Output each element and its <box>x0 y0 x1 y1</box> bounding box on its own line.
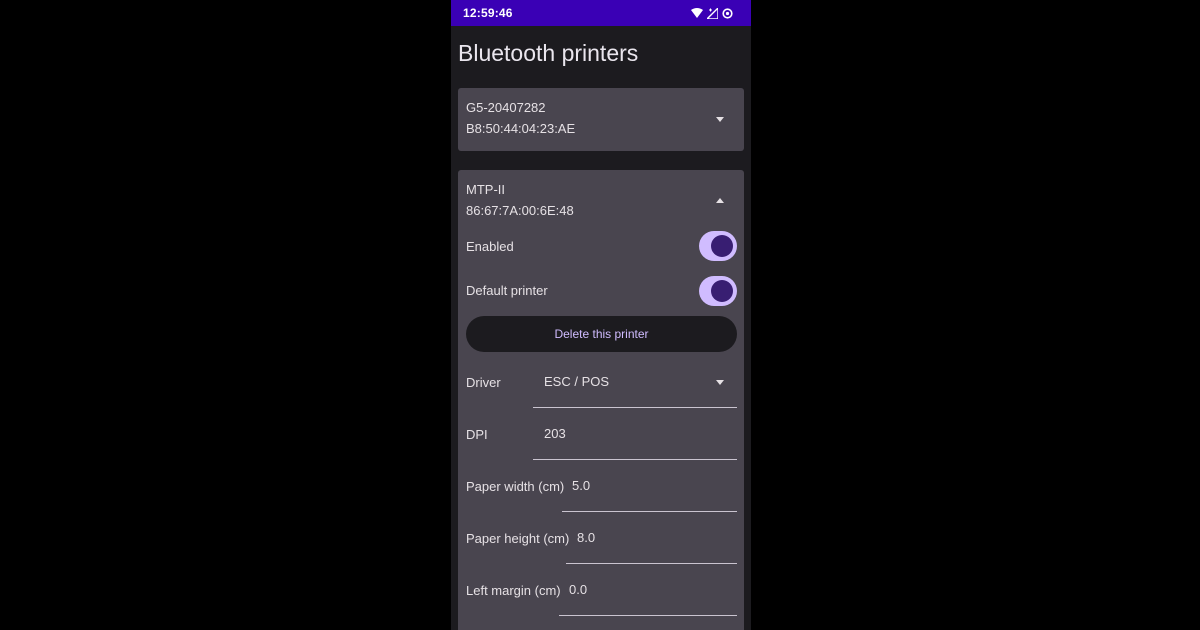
driver-label: Driver <box>466 375 501 390</box>
left-margin-underline <box>559 615 737 616</box>
chevron-down-icon[interactable] <box>716 117 724 122</box>
dpi-label: DPI <box>466 427 488 442</box>
paper-width-underline <box>562 511 737 512</box>
default-printer-label: Default printer <box>466 283 548 298</box>
page-title: Bluetooth printers <box>458 40 639 66</box>
delete-printer-button[interactable]: Delete this printer <box>466 316 737 352</box>
enabled-toggle[interactable] <box>699 231 737 261</box>
left-margin-label: Left margin (cm) <box>466 583 561 598</box>
paper-width-value: 5.0 <box>572 478 591 493</box>
driver-underline <box>533 407 737 408</box>
paper-height-label: Paper height (cm) <box>466 531 570 546</box>
status-time: 12:59:46 <box>463 6 513 20</box>
status-bar: 12:59:46 <box>451 0 751 26</box>
paper-height-underline <box>566 563 737 564</box>
printer-address: 86:67:7A:00:6E:48 <box>466 203 574 218</box>
printer-card-expanded: MTP-II 86:67:7A:00:6E:48 Enabled Default… <box>458 170 744 630</box>
left-margin-value: 0.0 <box>569 582 588 597</box>
paper-width-label: Paper width (cm) <box>466 479 565 494</box>
chevron-down-icon <box>716 380 724 385</box>
printer-name: MTP-II <box>466 182 505 197</box>
dpi-underline <box>533 459 737 460</box>
phone-screen: 12:59:46 Bluetooth printers G5-20407282 … <box>451 0 751 630</box>
data-saver-icon <box>722 6 733 24</box>
driver-value: ESC / POS <box>544 374 610 389</box>
enabled-label: Enabled <box>466 239 514 254</box>
toggle-knob <box>711 280 733 302</box>
signal-icon <box>705 6 719 24</box>
printer-name: G5-20407282 <box>466 100 546 115</box>
printer-address: B8:50:44:04:23:AE <box>466 121 576 136</box>
paper-height-value: 8.0 <box>577 530 596 545</box>
wifi-icon <box>691 6 703 24</box>
chevron-up-icon[interactable] <box>716 198 724 203</box>
default-printer-toggle[interactable] <box>699 276 737 306</box>
toggle-knob <box>711 235 733 257</box>
dpi-value: 203 <box>544 426 566 441</box>
printer-card-collapsed[interactable]: G5-20407282 B8:50:44:04:23:AE <box>458 88 744 151</box>
status-icons <box>691 6 733 24</box>
